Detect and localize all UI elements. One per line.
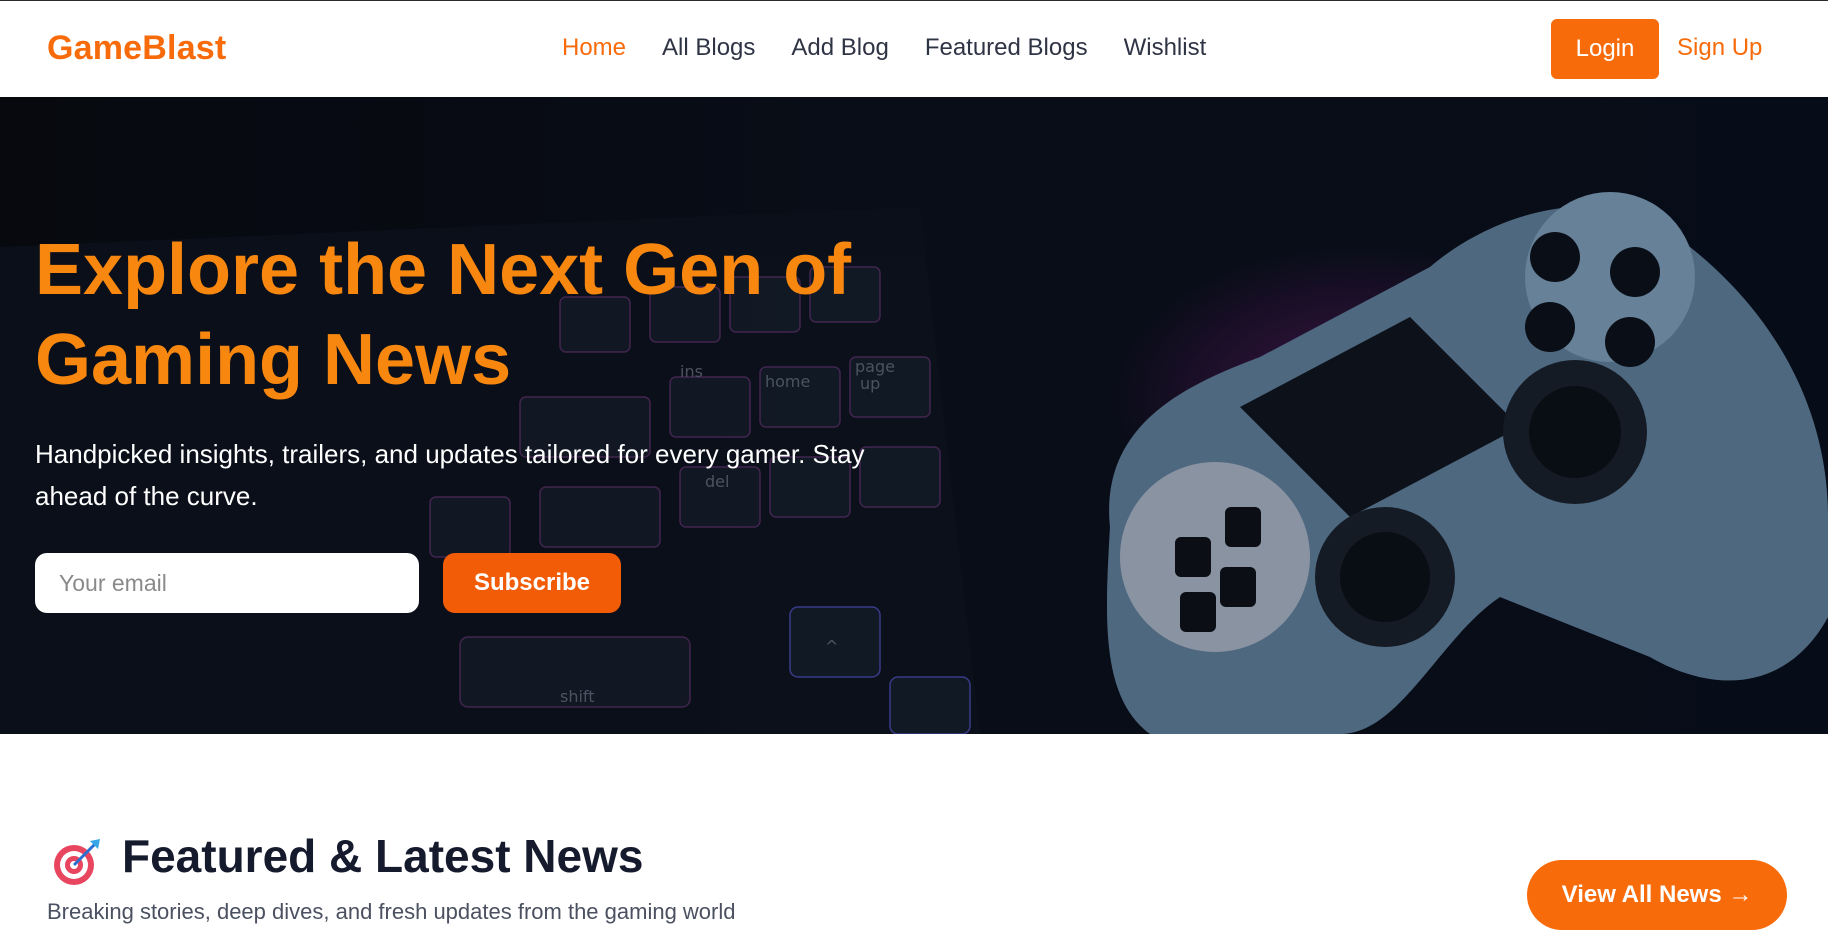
target-icon — [54, 839, 100, 885]
navbar: GameBlast Home All Blogs Add Blog Featur… — [0, 1, 1828, 97]
featured-subtitle: Breaking stories, deep dives, and fresh … — [47, 899, 736, 924]
hero-subtitle: Handpicked insights, trailers, and updat… — [35, 433, 915, 517]
hero-title-line-2: Gaming News — [35, 320, 512, 400]
nav-link-add-blog[interactable]: Add Blog — [791, 34, 888, 62]
featured-title: Featured & Latest News — [122, 830, 644, 882]
nav-link-wishlist[interactable]: Wishlist — [1124, 34, 1207, 62]
hero-subtitle-line-2: ahead of the curve. — [35, 481, 258, 511]
nav-link-all-blogs[interactable]: All Blogs — [662, 34, 755, 62]
view-all-news-button[interactable]: View All News → — [1527, 860, 1787, 930]
login-button[interactable]: Login — [1551, 19, 1659, 79]
main-nav: Home All Blogs Add Blog Featured Blogs W… — [562, 34, 1206, 62]
nav-link-home[interactable]: Home — [562, 34, 626, 62]
subscribe-button[interactable]: Subscribe — [443, 553, 621, 613]
hero-title-line-1: Explore the Next Gen of — [35, 230, 852, 310]
hero-title: Explore the Next Gen of Gaming News — [35, 225, 935, 405]
site-logo[interactable]: GameBlast — [47, 29, 226, 68]
nav-link-featured-blogs[interactable]: Featured Blogs — [925, 34, 1088, 62]
hero-background-image: ins home page up del shift ^ — [0, 97, 1828, 734]
signup-link[interactable]: Sign Up — [1677, 34, 1762, 62]
hero-banner: ins home page up del shift ^ Explore the… — [0, 97, 1828, 734]
hero-subtitle-line-1: Handpicked insights, trailers, and updat… — [35, 439, 865, 469]
email-input[interactable] — [35, 553, 419, 613]
